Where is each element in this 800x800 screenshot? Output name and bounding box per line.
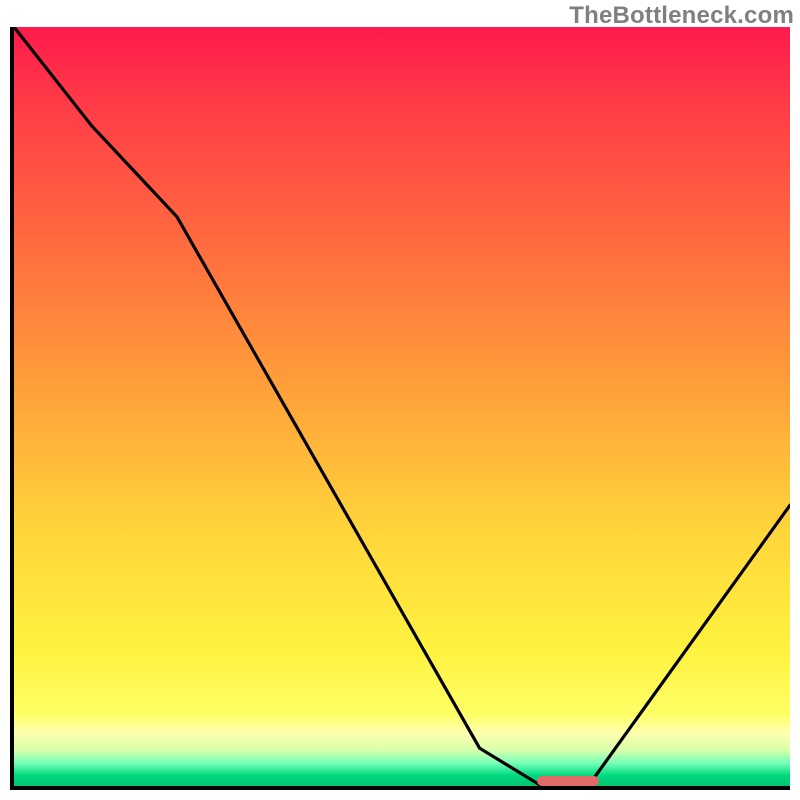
optimum-marker xyxy=(537,776,599,786)
chart-container: TheBottleneck.com xyxy=(0,0,800,800)
plot-area xyxy=(10,27,790,790)
gradient-background xyxy=(14,27,790,786)
watermark-text: TheBottleneck.com xyxy=(569,2,794,30)
